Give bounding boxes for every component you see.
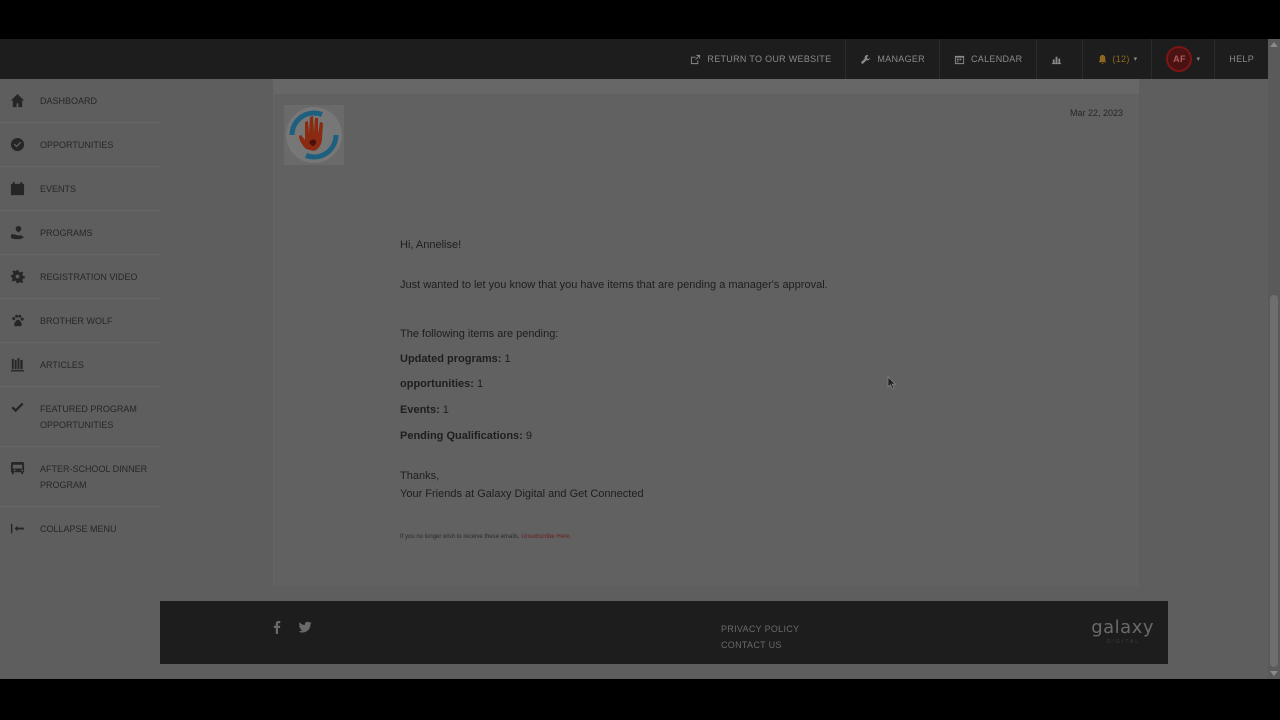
sidebar: DASHBOARD OPPORTUNITIES EVENTS PROGRAMS … [0,79,160,679]
facebook-icon[interactable] [270,620,284,634]
pending-item-updated-programs: Updated programs: 1 [400,353,511,365]
unsubscribe-text: If you no longer wish to receive these e… [400,534,522,540]
pending-item-label: opportunities: [400,378,474,390]
check-circle-icon [10,137,25,152]
galaxy-logo-sub: DIGITAL [1106,639,1140,645]
sidebar-item-label: OPPORTUNITIES [40,140,114,150]
sidebar-item-label: DASHBOARD [40,96,98,106]
message-table-header [274,79,1139,94]
app-window: RETURN TO OUR WEBSITE MANAGER CALENDAR (… [0,39,1280,679]
chevron-down-icon: ▾ [1196,56,1201,63]
bell-icon [1099,54,1107,64]
collapse-arrow-icon [10,523,25,534]
sidebar-item-label: AFTER-SCHOOL DINNER PROGRAM [40,464,148,490]
checkmark-icon [11,402,24,413]
sidebar-item-events[interactable]: EVENTS [0,167,160,211]
pending-intro: The following items are pending: [400,328,559,340]
sidebar-item-registration-video[interactable]: REGISTRATION VIDEO [0,255,160,299]
pending-item-opportunities: opportunities: 1 [400,378,483,390]
calendar-link[interactable]: CALENDAR [940,39,1038,79]
mouse-cursor-icon [887,376,897,390]
sidebar-item-label: FEATURED PROGRAM OPPORTUNITIES [40,404,137,430]
social-links [270,620,312,634]
scrollbar-thumb[interactable] [1270,295,1278,667]
bus-icon [10,461,25,475]
notification-count: (12) [1112,54,1130,64]
intro-text: Just wanted to let you know that you hav… [400,279,828,291]
return-to-website-label: RETURN TO OUR WEBSITE [707,54,832,64]
scroll-up-arrow-icon[interactable] [1270,42,1278,47]
wrench-icon [861,54,871,64]
notifications-button[interactable]: (12) ▾ [1083,39,1153,79]
pending-item-label: Updated programs: [400,353,502,365]
chevron-down-icon: ▾ [1133,56,1138,63]
sidebar-item-dashboard[interactable]: DASHBOARD [0,79,160,123]
sidebar-item-label: EVENTS [40,184,77,194]
calendar-label: CALENDAR [970,54,1023,64]
manager-link[interactable]: MANAGER [846,39,940,79]
pending-item-value: 1 [439,404,449,416]
sidebar-item-opportunities[interactable]: OPPORTUNITIES [0,123,160,167]
pending-item-value: 1 [473,378,484,390]
sidebar-item-brother-wolf[interactable]: BROTHER WOLF [0,299,160,343]
sidebar-item-label: COLLAPSE MENU [40,524,117,534]
top-bar: RETURN TO OUR WEBSITE MANAGER CALENDAR (… [0,39,1268,79]
page-scrollbar[interactable] [1268,39,1280,679]
top-nav: RETURN TO OUR WEBSITE MANAGER CALENDAR (… [676,39,1268,79]
sidebar-item-programs[interactable]: PROGRAMS [0,211,160,255]
help-link[interactable]: HELP [1215,39,1268,79]
home-icon [10,93,25,108]
pending-item-label: Events: [400,404,440,416]
pending-item-qualifications: Pending Qualifications: 9 [400,430,532,442]
thanks-text: Thanks, [400,470,440,482]
sidebar-item-label: ARTICLES [40,360,84,370]
contact-us-link[interactable]: CONTACT US [721,637,799,653]
pending-item-value: 1 [501,353,511,365]
avatar[interactable]: AF [1166,46,1193,72]
unsubscribe-link[interactable]: Unsubscribe Here. [521,534,571,540]
sidebar-item-collapse-menu[interactable]: COLLAPSE MENU [0,507,160,550]
pending-item-value: 9 [522,430,533,442]
reports-link[interactable] [1037,39,1084,79]
galaxy-logo[interactable]: galaxy [1091,617,1154,638]
message-card: Mar 22, 2023 Hi, Annelise! Just wanted t… [273,79,1139,612]
pending-item-events: Events: 1 [400,404,449,416]
hand-logo-icon [286,107,342,163]
sidebar-item-label: PROGRAMS [40,228,93,238]
sidebar-item-label: BROTHER WOLF [40,316,113,326]
footer: PRIVACY POLICY CONTACT US galaxy DIGITAL [160,601,1168,664]
library-icon [10,357,25,372]
twitter-icon[interactable] [298,620,312,634]
sidebar-item-label: REGISTRATION VIDEO [40,272,138,282]
page: RETURN TO OUR WEBSITE MANAGER CALENDAR (… [0,0,1280,720]
unsubscribe-line: If you no longer wish to receive these e… [400,534,571,540]
bar-chart-icon [1052,56,1062,64]
paw-icon [12,314,24,327]
user-menu[interactable]: AF ▾ [1152,39,1216,79]
hand-heart-icon [10,225,25,240]
message-date: Mar 22, 2023 [1069,108,1123,118]
pending-item-label: Pending Qualifications: [400,430,523,442]
sidebar-item-articles[interactable]: ARTICLES [0,343,160,387]
calendar-icon [10,181,25,196]
greeting: Hi, Annelise! [400,239,462,251]
calendar-icon [954,55,965,64]
sender-logo [284,105,344,165]
sidebar-item-featured-program-opportunities[interactable]: FEATURED PROGRAM OPPORTUNITIES [0,387,160,447]
help-label: HELP [1229,54,1254,64]
return-to-website-link[interactable]: RETURN TO OUR WEBSITE [676,39,847,79]
sidebar-item-after-school-dinner-program[interactable]: AFTER-SCHOOL DINNER PROGRAM [0,447,160,507]
gear-icon [10,269,25,284]
external-link-icon [691,54,701,64]
privacy-policy-link[interactable]: PRIVACY POLICY [721,621,799,637]
signature-text: Your Friends at Galaxy Digital and Get C… [400,488,644,500]
manager-label: MANAGER [877,54,925,64]
footer-links: PRIVACY POLICY CONTACT US [721,621,799,653]
scroll-down-arrow-icon[interactable] [1270,671,1278,676]
